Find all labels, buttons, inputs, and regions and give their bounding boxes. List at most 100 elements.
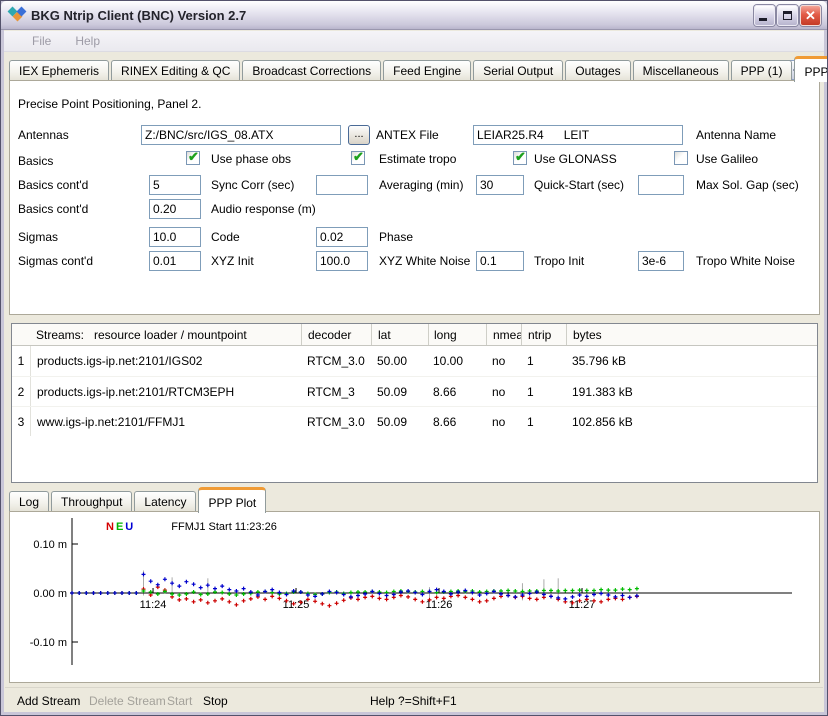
legend-u: U: [125, 521, 133, 533]
log-tab-bar: LogThroughputLatencyPPP Plot: [9, 486, 409, 512]
window-title: BKG Ntrip Client (BNC) Version 2.7: [31, 8, 246, 23]
label-audio-response-m: Audio response (m): [211, 202, 316, 216]
plot-title: FFMJ1 Start 11:23:26: [171, 521, 277, 533]
plot-legend: NEU: [106, 521, 135, 533]
check-icon: ✔: [188, 149, 199, 165]
row-number: 3: [12, 407, 31, 436]
help-shortcut-label: Help ?=Shift+F1: [370, 694, 457, 708]
tab-feed-engine[interactable]: Feed Engine: [383, 60, 471, 81]
start-button: Start: [167, 694, 192, 708]
tab-ppp-2[interactable]: PPP (2): [794, 56, 828, 82]
y-tick-label: -0.10 m: [30, 637, 67, 649]
field-max-sol-gap-sec[interactable]: [638, 175, 684, 195]
close-button[interactable]: ✕: [800, 5, 821, 26]
cell-ntrip: 1: [521, 385, 566, 399]
row-label-basics: Basics: [18, 154, 53, 168]
stop-button[interactable]: Stop: [203, 694, 228, 708]
panel-heading: Precise Point Positioning, Panel 2.: [18, 97, 201, 111]
streams-table: Streams: resource loader / mountpointdec…: [11, 323, 818, 483]
label-averaging-min: Averaging (min): [379, 178, 463, 192]
tab-ppp-plot[interactable]: PPP Plot: [198, 487, 266, 513]
table-row[interactable]: 3www.igs-ip.net:2101/FFMJ1RTCM_3.050.098…: [12, 406, 817, 436]
table-row[interactable]: 1products.igs-ip.net:2101/IGS02RTCM_3.05…: [12, 346, 817, 376]
cell-long: 8.66: [428, 415, 486, 429]
maximize-button[interactable]: [777, 5, 798, 26]
tab-ppp-1[interactable]: PPP (1): [731, 60, 793, 81]
tab-throughput[interactable]: Throughput: [51, 491, 132, 512]
row-label-sigmas-cont-d: Sigmas cont'd: [18, 254, 93, 268]
antenna-name-input[interactable]: [473, 125, 683, 145]
cell-ntrip: 1: [521, 354, 566, 368]
tab-outages[interactable]: Outages: [565, 60, 630, 81]
tab-log[interactable]: Log: [9, 491, 49, 512]
check-icon: ✔: [353, 149, 364, 165]
cell-ntrip: 1: [521, 415, 566, 429]
label-phase: Phase: [379, 230, 413, 244]
label-xyz-init: XYZ Init: [211, 254, 254, 268]
browse-antex-button[interactable]: ...: [348, 125, 370, 145]
header-mountpoint: Streams: resource loader / mountpoint: [12, 324, 301, 345]
maximize-icon: [783, 11, 792, 20]
tab-latency[interactable]: Latency: [134, 491, 196, 512]
tab-serial-output[interactable]: Serial Output: [473, 60, 563, 81]
x-tick-label: 11:24: [140, 599, 167, 611]
field-averaging-min[interactable]: [316, 175, 368, 195]
field-code[interactable]: [149, 227, 201, 247]
bnc-app-icon: [8, 7, 26, 23]
minimize-button[interactable]: [754, 5, 775, 26]
cell-lat: 50.09: [371, 385, 428, 399]
ppp-plot: 0.10 m0.00 m-0.10 m11:2411:2511:2611:27: [10, 512, 819, 680]
field-quick-start-sec[interactable]: [476, 175, 524, 195]
y-tick-label: 0.10 m: [33, 539, 67, 551]
antex-path-input[interactable]: [141, 125, 341, 145]
label-code: Code: [211, 230, 240, 244]
label-estimate-tropo: Estimate tropo: [379, 152, 456, 166]
label-quick-start-sec: Quick-Start (sec): [534, 178, 624, 192]
series-u: [70, 572, 639, 601]
legend-n: N: [106, 521, 114, 533]
row-number: 1: [12, 346, 31, 376]
row-label-basics-cont-d: Basics cont'd: [18, 178, 88, 192]
ppp-panel2-page: Precise Point Positioning, Panel 2. Ante…: [9, 80, 820, 315]
row-label-sigmas: Sigmas: [18, 230, 58, 244]
label-sync-corr-sec: Sync Corr (sec): [211, 178, 294, 192]
header-bytes: bytes: [566, 324, 817, 345]
field-xyz-init[interactable]: [149, 251, 201, 271]
table-row[interactable]: 2products.igs-ip.net:2101/RTCM3EPHRTCM_3…: [12, 376, 817, 406]
checkbox-use-galileo[interactable]: [674, 151, 688, 165]
cell-nmea: no: [486, 415, 521, 429]
header-ntrip: ntrip: [521, 324, 566, 345]
tab-miscellaneous[interactable]: Miscellaneous: [633, 60, 729, 81]
cell-decoder: RTCM_3.0: [301, 415, 371, 429]
cell-long: 8.66: [428, 385, 486, 399]
label-use-phase-obs: Use phase obs: [211, 152, 291, 166]
cell-lat: 50.09: [371, 415, 428, 429]
checkbox-use-phase-obs[interactable]: ✔: [186, 151, 200, 165]
label-tropo-white-noise: Tropo White Noise: [696, 254, 795, 268]
bottom-toolbar: Help ?=Shift+F1 Add StreamDelete StreamS…: [5, 687, 823, 711]
tab-rinex-editing-qc[interactable]: RINEX Editing & QC: [111, 60, 240, 81]
label-tropo-init: Tropo Init: [534, 254, 584, 268]
field-sync-corr-sec[interactable]: [149, 175, 201, 195]
add-stream-button[interactable]: Add Stream: [17, 694, 80, 708]
field-xyz-white-noise[interactable]: [316, 251, 368, 271]
x-tick-label: 11:27: [569, 599, 596, 611]
field-tropo-init[interactable]: [476, 251, 524, 271]
table-header: Streams: resource loader / mountpointdec…: [12, 324, 817, 346]
tab-broadcast-corrections[interactable]: Broadcast Corrections: [242, 60, 381, 81]
menu-file[interactable]: File: [20, 34, 63, 48]
cell-nmea: no: [486, 385, 521, 399]
field-audio-response-m[interactable]: [149, 199, 201, 219]
cell-bytes: 35.796 kB: [566, 354, 817, 368]
label-use-galileo: Use Galileo: [696, 152, 758, 166]
header-lat: lat: [371, 324, 428, 345]
row-label-antennas: Antennas: [18, 128, 69, 142]
menu-help[interactable]: Help: [63, 34, 112, 48]
label-xyz-white-noise: XYZ White Noise: [379, 254, 470, 268]
tab-iex-ephemeris[interactable]: IEX Ephemeris: [9, 60, 109, 81]
field-phase[interactable]: [316, 227, 368, 247]
checkbox-use-glonass[interactable]: ✔: [513, 151, 527, 165]
field-tropo-white-noise[interactable]: [638, 251, 684, 271]
title-bar[interactable]: BKG Ntrip Client (BNC) Version 2.7 ✕: [1, 1, 827, 30]
checkbox-estimate-tropo[interactable]: ✔: [351, 151, 365, 165]
